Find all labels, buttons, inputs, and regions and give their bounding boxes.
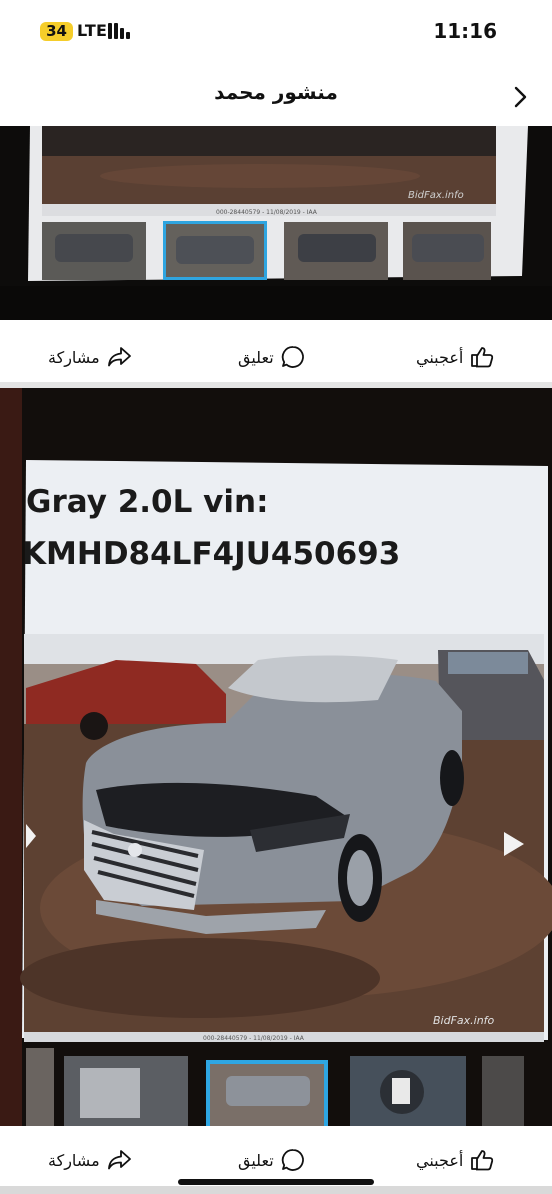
like-button[interactable]: أعجبني <box>416 329 495 385</box>
photo-caption: 000-28440579 - 11/08/2019 - IAA <box>216 209 318 216</box>
chevron-right-icon <box>514 86 527 108</box>
bottom-divider <box>0 1186 552 1194</box>
like-label: أعجبني <box>416 1150 464 1170</box>
thumbs-up-icon <box>471 1150 494 1171</box>
status-bar: 34 LTE 11:16 <box>0 0 552 62</box>
home-indicator[interactable] <box>178 1179 374 1185</box>
page-title: منشور محمد <box>214 80 338 104</box>
signal-icon <box>108 23 136 39</box>
vin-text: KMHD84LF4JU450693 <box>22 536 400 572</box>
page-header: منشور محمد <box>0 62 552 126</box>
share-label: مشاركة <box>48 347 100 367</box>
comment-bubble-icon <box>281 1149 304 1171</box>
watermark: BidFax.info <box>433 1014 495 1027</box>
comment-bubble-icon <box>281 346 304 368</box>
thumbs-up-icon <box>471 347 494 368</box>
share-label: مشاركة <box>48 1150 100 1170</box>
post-actions-1: أعجبني تعليق مشاركة <box>0 329 552 385</box>
auction-photo-1: BidFax.info 000-28440579 - 11/08/2019 - … <box>0 126 552 320</box>
thumbnail-strip <box>42 221 491 280</box>
back-button[interactable] <box>505 80 539 114</box>
battery-indicator: 34 <box>40 22 73 41</box>
watermark: BidFax.info <box>408 190 464 201</box>
car-photo: BidFax.info <box>20 634 552 1032</box>
share-button[interactable]: مشاركة <box>48 1132 132 1188</box>
comment-label: تعليق <box>238 1150 274 1170</box>
share-button[interactable]: مشاركة <box>48 329 132 385</box>
vehicle-spec-text: Gray 2.0L vin: <box>26 484 268 520</box>
status-time: 11:16 <box>433 19 497 43</box>
post-image-2[interactable]: Gray 2.0L vin: KMHD84LF4JU450693 BidFax.… <box>0 388 552 1126</box>
comment-button[interactable]: تعليق <box>238 329 306 385</box>
auction-photo-2: Gray 2.0L vin: KMHD84LF4JU450693 BidFax.… <box>0 388 552 1126</box>
share-arrow-icon <box>107 1150 131 1170</box>
comment-label: تعليق <box>238 347 274 367</box>
post-image-1[interactable]: BidFax.info 000-28440579 - 11/08/2019 - … <box>0 126 552 320</box>
like-label: أعجبني <box>416 347 464 367</box>
like-button[interactable]: أعجبني <box>416 1132 495 1188</box>
carrier-label: LTE <box>77 21 108 40</box>
share-arrow-icon <box>107 347 131 367</box>
photo-caption: 000-28440579 - 11/08/2019 - IAA <box>203 1035 305 1042</box>
